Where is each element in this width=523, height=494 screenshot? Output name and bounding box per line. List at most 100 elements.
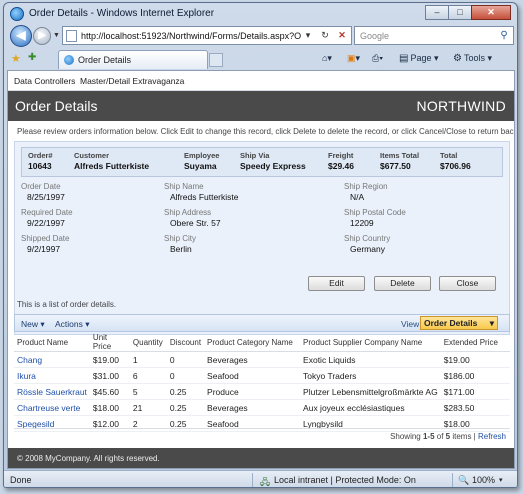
field-label: Order Date (21, 182, 61, 191)
column-header[interactable]: Product Name (14, 333, 90, 352)
intranet-zone-icon: 🖧 (260, 477, 271, 487)
add-favorites-icon[interactable]: ✚ (28, 52, 36, 63)
column-header[interactable]: Product Category Name (204, 333, 301, 352)
field-required-date: Required Date 9/22/1997 (21, 208, 73, 228)
status-text: Done (10, 475, 32, 485)
field-label: Ship Region (344, 182, 388, 191)
field-label: Shipped Date (21, 234, 70, 243)
security-zone-text[interactable]: Local intranet | Protected Mode: On (274, 475, 416, 485)
column-header[interactable]: Quantity (129, 333, 167, 352)
table-cell: $19.00 (440, 351, 510, 368)
summary-value: Alfreds Futterkiste (74, 161, 150, 171)
product-name-link[interactable]: Chartreuse verte (14, 399, 90, 416)
product-name-link[interactable]: Rössle Sauerkraut (14, 383, 90, 400)
grid-footer: Showing 1-5 of 5 items | Refresh (14, 428, 510, 442)
field-label: Ship Postal Code (344, 208, 406, 217)
field-value: N/A (350, 192, 365, 202)
product-name-link[interactable]: Ikura (14, 367, 90, 384)
zoom-icon: 🔍 (458, 475, 470, 485)
field-ship-city: Ship City Berlin (164, 234, 196, 254)
summary-value: $677.50 (380, 161, 411, 171)
column-header[interactable]: Product Supplier Company Name (300, 333, 441, 352)
page-menu-icon: ▤ (399, 53, 409, 64)
summary-value: Suyama (184, 161, 217, 171)
home-icon[interactable]: ⌂▾ (322, 53, 332, 64)
summary-value: $706.96 (440, 161, 471, 171)
column-header[interactable]: Discount (166, 333, 205, 352)
field-value: Obere Str. 57 (170, 218, 221, 228)
print-icon[interactable]: ⎙▾ (372, 53, 383, 64)
product-name-link[interactable]: Chang (14, 351, 90, 368)
column-header[interactable]: Unit Price (89, 333, 130, 352)
table-cell: 1 (129, 351, 167, 368)
table-cell: Beverages (204, 351, 301, 368)
tools-icon: ⚙ (453, 53, 462, 64)
status-divider (252, 473, 253, 487)
stop-icon[interactable]: ✕ (335, 29, 349, 42)
new-tab-button[interactable] (209, 53, 223, 67)
table-row[interactable]: Chang $19.00 1 0 Beverages Exotic Liquid… (14, 351, 510, 368)
minimize-button[interactable]: – (425, 5, 449, 20)
tab-page-icon (64, 55, 74, 65)
refresh-icon[interactable]: ↻ (318, 29, 332, 42)
view-selector[interactable]: Order Details ▾ (420, 316, 498, 330)
close-button[interactable]: Close (439, 276, 496, 291)
table-cell: Aux joyeux ecclésiastiques (300, 399, 441, 416)
search-placeholder: Google (360, 31, 390, 41)
forward-icon[interactable]: ▶ (33, 27, 51, 45)
navigation-bar: ◀ ▶ ▼ http://localhost:51923/Northwind/F… (4, 24, 517, 48)
summary-label: Total (440, 151, 458, 160)
address-buttons: ▾ ↻ ✕ (301, 29, 349, 42)
zoom-dropdown-icon[interactable]: ▾ (499, 476, 503, 484)
paging-info: Showing 1-5 of 5 items | Refresh (390, 432, 506, 441)
delete-button[interactable]: Delete (374, 276, 431, 291)
copyright-text: © 2008 MyCompany. All rights reserved. (17, 454, 160, 463)
tools-menu-label: Tools (463, 53, 485, 63)
menu-item-master-detail[interactable]: Master/Detail Extravaganza (80, 76, 184, 86)
address-url[interactable]: http://localhost:51923/Northwind/Forms/D… (81, 31, 301, 41)
zoom-level[interactable]: 100% (472, 475, 495, 485)
address-dropdown-icon[interactable]: ▾ (301, 29, 315, 42)
status-divider (452, 473, 453, 487)
summary-order-number: Order# 10643 (28, 151, 53, 171)
table-row[interactable]: Ikura $31.00 6 0 Seafood Tokyo Traders $… (14, 367, 510, 384)
search-box[interactable]: Google ⚲ (354, 26, 514, 45)
actions-menu[interactable]: Actions ▾ (55, 319, 90, 330)
table-row[interactable]: Chartreuse verte $18.00 21 0.25 Beverage… (14, 399, 510, 416)
favorites-icon[interactable]: ★ (11, 52, 21, 65)
summary-value: $29.46 (328, 161, 354, 171)
edit-button[interactable]: Edit (308, 276, 365, 291)
column-header[interactable]: Extended Price (440, 333, 510, 352)
recent-pages-dropdown-icon[interactable]: ▼ (53, 32, 60, 39)
field-label: Required Date (21, 208, 73, 217)
tab-bar: ★ ✚ Order Details ⌂▾ ▣▾ ⎙▾ ▤ Page ▾ ⚙ Tool… (4, 48, 517, 70)
summary-ship-via: Ship Via Speedy Express (240, 151, 306, 171)
summary-freight: Freight $29.46 (328, 151, 354, 171)
order-summary: Order# 10643 Customer Alfreds Futterkist… (21, 147, 503, 177)
field-ship-postal-code: Ship Postal Code 12209 (344, 208, 406, 228)
list-note: This is a list of order details. (17, 300, 117, 309)
web-page: Data Controllers Master/Detail Extravaga… (7, 70, 515, 469)
field-value: Berlin (170, 244, 192, 254)
page-menu[interactable]: ▤ Page ▾ (399, 53, 439, 64)
address-bar[interactable]: http://localhost:51923/Northwind/Forms/D… (62, 26, 352, 45)
search-icon[interactable]: ⚲ (497, 29, 511, 42)
window-controls: – □ ✕ (425, 5, 511, 20)
tab-order-details[interactable]: Order Details (58, 50, 208, 69)
table-row[interactable]: Rössle Sauerkraut $45.60 5 0.25 Produce … (14, 383, 510, 400)
table-cell: $171.00 (440, 383, 510, 400)
window-title: Order Details - Windows Internet Explore… (29, 8, 215, 19)
menu-item-data-controllers[interactable]: Data Controllers (14, 76, 75, 86)
close-window-button[interactable]: ✕ (471, 5, 511, 20)
new-menu[interactable]: New ▾ (21, 319, 45, 330)
back-icon[interactable]: ◀ (10, 25, 32, 47)
tools-menu[interactable]: ⚙ Tools ▾ (453, 53, 492, 64)
ie-logo-icon (10, 7, 24, 21)
refresh-link[interactable]: Refresh (478, 432, 506, 441)
maximize-button[interactable]: □ (448, 5, 472, 20)
field-label: Ship City (164, 234, 197, 243)
page-icon (66, 30, 77, 42)
feeds-icon[interactable]: ▣▾ (347, 53, 360, 64)
brand-name: NORTHWIND (416, 98, 506, 114)
page-footer: © 2008 MyCompany. All rights reserved. (8, 448, 514, 468)
